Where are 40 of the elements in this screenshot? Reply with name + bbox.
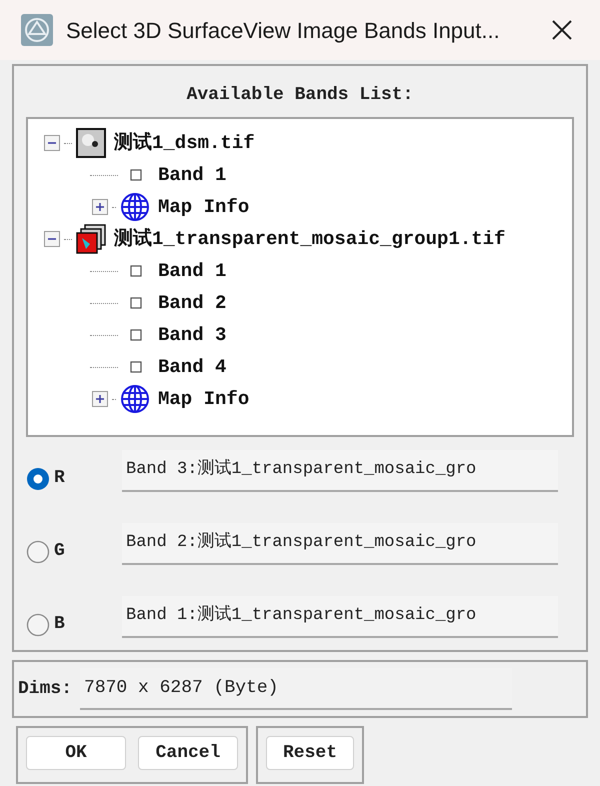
close-icon: [551, 19, 573, 41]
tree-item-label[interactable]: Map Info: [158, 192, 250, 222]
window-title: Select 3D SurfaceView Image Bands Input...: [66, 16, 501, 45]
tree-item-label[interactable]: Band 1: [158, 160, 226, 190]
radio-button[interactable]: [26, 540, 50, 564]
radio-label[interactable]: G: [54, 538, 65, 565]
globe-icon: [120, 192, 150, 222]
band-icon: [130, 169, 142, 181]
image-stack-icon: [76, 224, 106, 254]
collapse-icon[interactable]: [44, 231, 60, 247]
expand-icon[interactable]: [92, 199, 108, 215]
radio-button[interactable]: [26, 466, 50, 490]
expand-icon[interactable]: [92, 391, 108, 407]
tree-item-label[interactable]: 测试1_dsm.tif: [114, 128, 255, 158]
tree-item-label[interactable]: Band 2: [158, 288, 226, 318]
collapse-icon[interactable]: [44, 135, 60, 151]
tree-item-label[interactable]: Band 4: [158, 352, 226, 382]
tree-item-label[interactable]: Map Info: [158, 384, 250, 414]
band-icon: [130, 361, 142, 373]
globe-icon: [120, 384, 150, 414]
bands-tree[interactable]: 测试1_dsm.tif Band 1 Map Info 测试1_transparent_mosaic_group1.tif Band 1 Band 2 Band 3 Band 4 Map Info: [26, 117, 574, 437]
tree-item-label[interactable]: 测试1_transparent_mosaic_group1.tif: [114, 224, 506, 254]
tree-item-label[interactable]: Band 1: [158, 256, 226, 286]
radio-label[interactable]: R: [54, 465, 65, 492]
band-field[interactable]: Band 1:测试1_transparent_mosaic_gro: [122, 596, 558, 638]
dims-label: Dims:: [18, 678, 72, 700]
dialog-button[interactable]: Cancel: [138, 736, 238, 770]
tree-item-label[interactable]: Band 3: [158, 320, 226, 350]
band-field[interactable]: Band 2:测试1_transparent_mosaic_gro: [122, 522, 558, 564]
list-label: Available Bands List:: [186, 84, 414, 107]
reset-button[interactable]: Reset: [266, 736, 354, 770]
radio-button[interactable]: [26, 612, 50, 636]
band-icon: [130, 265, 142, 277]
band-icon: [130, 297, 142, 309]
dialog-button[interactable]: OK: [26, 736, 126, 770]
band-field[interactable]: Band 3:测试1_transparent_mosaic_gro: [122, 450, 558, 492]
band-icon: [130, 329, 142, 341]
app-icon: [20, 13, 54, 47]
radio-label[interactable]: B: [54, 611, 65, 638]
grayscale-image-icon: [76, 128, 106, 158]
